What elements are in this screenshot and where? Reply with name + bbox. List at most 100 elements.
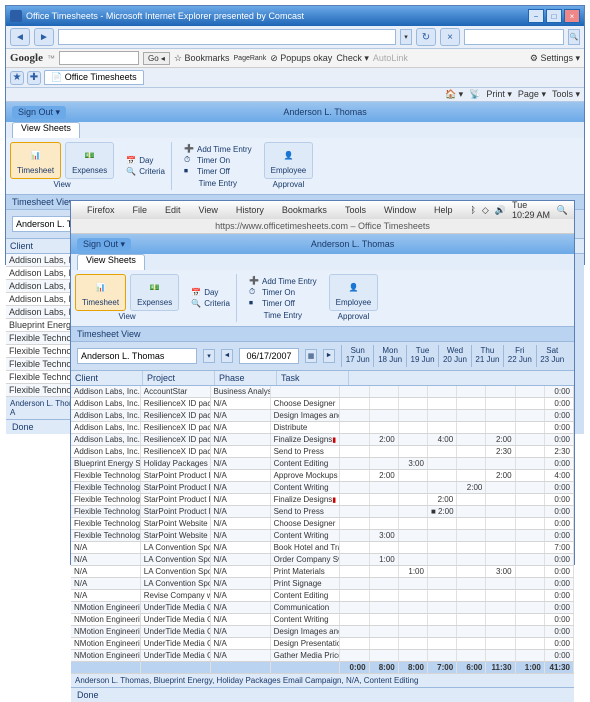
table-row[interactable]: Flexible TechnologiStarPoint Product BN/… <box>71 494 574 506</box>
time-cell[interactable] <box>516 410 545 421</box>
sign-out-button[interactable]: Sign Out ▾ <box>12 106 66 119</box>
time-cell[interactable] <box>340 626 369 637</box>
time-cell[interactable] <box>486 482 515 493</box>
time-cell[interactable] <box>370 398 399 409</box>
menu-firefox[interactable]: Firefox <box>87 205 115 215</box>
time-cell[interactable] <box>516 554 545 565</box>
time-cell[interactable] <box>428 530 457 541</box>
time-cell[interactable] <box>370 506 399 517</box>
time-cell[interactable] <box>486 650 515 661</box>
time-cell[interactable] <box>370 458 399 469</box>
time-cell[interactable] <box>340 398 369 409</box>
ribbon-expenses[interactable]: 💵Expenses <box>130 274 179 311</box>
date-prev[interactable]: ◄ <box>221 349 233 363</box>
time-cell[interactable] <box>516 482 545 493</box>
time-cell[interactable] <box>340 650 369 661</box>
time-cell[interactable] <box>399 434 428 445</box>
time-cell[interactable] <box>486 530 515 541</box>
time-cell[interactable] <box>516 590 545 601</box>
spotlight-icon[interactable]: 🔍 <box>557 205 568 216</box>
time-cell[interactable] <box>516 650 545 661</box>
ribbon-timer-on[interactable]: ⏱Timer On <box>184 155 252 165</box>
time-cell[interactable] <box>457 638 486 649</box>
time-cell[interactable] <box>340 590 369 601</box>
ribbon-add-time[interactable]: ➕Add Time Entry <box>184 144 252 154</box>
time-cell[interactable]: 2:30 <box>486 446 515 457</box>
ribbon-timesheet[interactable]: 📊Timesheet <box>10 142 61 179</box>
time-cell[interactable] <box>340 614 369 625</box>
day-header[interactable]: Mon18 Jun <box>373 345 405 367</box>
time-cell[interactable] <box>399 638 428 649</box>
time-cell[interactable] <box>370 494 399 505</box>
time-cell[interactable] <box>486 410 515 421</box>
time-cell[interactable] <box>457 626 486 637</box>
time-cell[interactable] <box>486 602 515 613</box>
sign-out-button[interactable]: Sign Out ▾ <box>77 238 131 251</box>
table-row[interactable]: NMotion EngineerinUnderTide Media CaN/AC… <box>71 602 574 614</box>
wifi-icon[interactable]: ◇ <box>482 205 489 216</box>
time-cell[interactable] <box>340 410 369 421</box>
time-cell[interactable] <box>340 566 369 577</box>
time-cell[interactable] <box>399 482 428 493</box>
time-cell[interactable] <box>399 470 428 481</box>
employee-dropdown[interactable]: ▾ <box>203 349 215 363</box>
time-cell[interactable] <box>428 470 457 481</box>
time-cell[interactable]: 1:00 <box>399 566 428 577</box>
firefox-url[interactable]: https://www.officetimesheets.com – Offic… <box>71 219 574 234</box>
time-cell[interactable] <box>428 566 457 577</box>
time-cell[interactable] <box>516 542 545 553</box>
table-row[interactable]: Blueprint Energy SyHoliday Packages EN/A… <box>71 458 574 470</box>
time-cell[interactable] <box>457 446 486 457</box>
time-cell[interactable] <box>516 638 545 649</box>
time-cell[interactable] <box>340 470 369 481</box>
time-cell[interactable]: 2:00 <box>370 470 399 481</box>
time-cell[interactable] <box>486 458 515 469</box>
time-cell[interactable] <box>428 422 457 433</box>
ribbon-timer-off[interactable]: ⏹Timer Off <box>249 298 317 308</box>
table-row[interactable]: Flexible TechnologiStarPoint Product BN/… <box>71 482 574 494</box>
time-cell[interactable] <box>486 626 515 637</box>
search-dropdown[interactable]: 🔍 <box>568 29 580 45</box>
home-menu[interactable]: 🏠 ▾ <box>445 89 463 100</box>
time-cell[interactable] <box>370 410 399 421</box>
time-cell[interactable] <box>428 626 457 637</box>
time-cell[interactable] <box>399 410 428 421</box>
print-menu[interactable]: Print ▾ <box>486 89 512 100</box>
autolink-button[interactable]: AutoLink <box>373 53 408 63</box>
time-cell[interactable] <box>399 578 428 589</box>
ribbon-employee[interactable]: 👤Employee <box>264 142 314 179</box>
time-cell[interactable] <box>340 386 369 397</box>
google-go-button[interactable]: Go ◂ <box>143 52 170 65</box>
close-button[interactable]: × <box>564 9 580 23</box>
time-cell[interactable] <box>340 638 369 649</box>
time-cell[interactable] <box>399 446 428 457</box>
time-cell[interactable] <box>340 602 369 613</box>
time-cell[interactable] <box>457 506 486 517</box>
ribbon-criteria[interactable]: 🔍Criteria <box>126 167 165 177</box>
time-cell[interactable] <box>486 542 515 553</box>
ribbon-expenses[interactable]: 💵Expenses <box>65 142 114 179</box>
back-button[interactable]: ◄ <box>10 28 30 46</box>
google-search-input[interactable] <box>59 51 139 65</box>
time-cell[interactable] <box>516 422 545 433</box>
add-favorite-button[interactable]: ✚ <box>27 71 41 85</box>
date-input[interactable]: 06/17/2007 <box>239 348 299 364</box>
bluetooth-icon[interactable]: ᛒ <box>470 205 475 215</box>
time-cell[interactable] <box>428 602 457 613</box>
time-cell[interactable]: 2:00 <box>457 482 486 493</box>
time-cell[interactable] <box>428 578 457 589</box>
table-row[interactable]: Flexible TechnologiStarPoint Product BN/… <box>71 506 574 518</box>
feeds-button[interactable]: 📡 <box>469 89 480 100</box>
search-box[interactable] <box>464 29 564 45</box>
time-cell[interactable] <box>486 494 515 505</box>
menu-view[interactable]: View <box>199 205 218 215</box>
time-cell[interactable] <box>340 542 369 553</box>
time-cell[interactable] <box>516 506 545 517</box>
table-row[interactable]: N/ALA Convention SponN/APrint Signage0:0… <box>71 578 574 590</box>
time-cell[interactable] <box>340 506 369 517</box>
time-cell[interactable]: 2:00 <box>486 470 515 481</box>
time-cell[interactable] <box>340 554 369 565</box>
time-cell[interactable] <box>486 590 515 601</box>
time-cell[interactable] <box>370 446 399 457</box>
time-cell[interactable] <box>457 602 486 613</box>
